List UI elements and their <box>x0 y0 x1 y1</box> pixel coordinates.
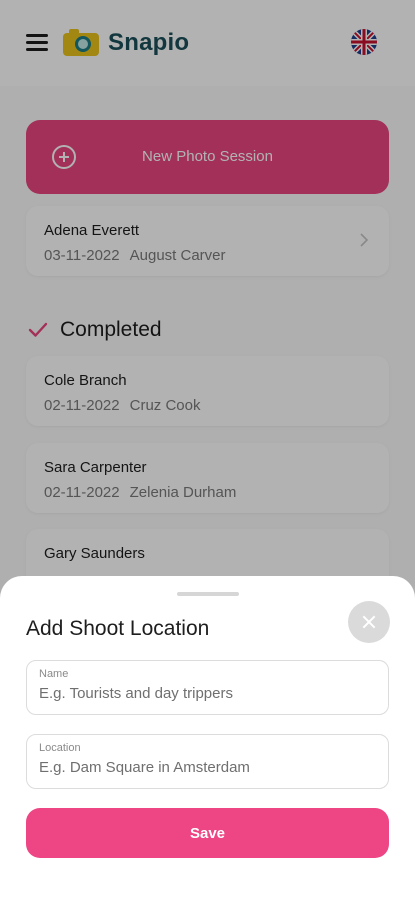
sheet-title: Add Shoot Location <box>26 617 210 640</box>
location-input[interactable] <box>39 759 374 776</box>
location-field[interactable]: Location <box>26 734 389 789</box>
add-shoot-location-sheet: Add Shoot Location Name Location Save <box>0 576 415 900</box>
name-field[interactable]: Name <box>26 660 389 715</box>
name-input[interactable] <box>39 685 374 702</box>
close-button[interactable] <box>348 601 390 643</box>
sheet-drag-handle[interactable] <box>177 592 239 596</box>
save-button[interactable]: Save <box>26 808 389 858</box>
name-field-label: Name <box>39 668 69 680</box>
location-field-label: Location <box>39 742 81 754</box>
